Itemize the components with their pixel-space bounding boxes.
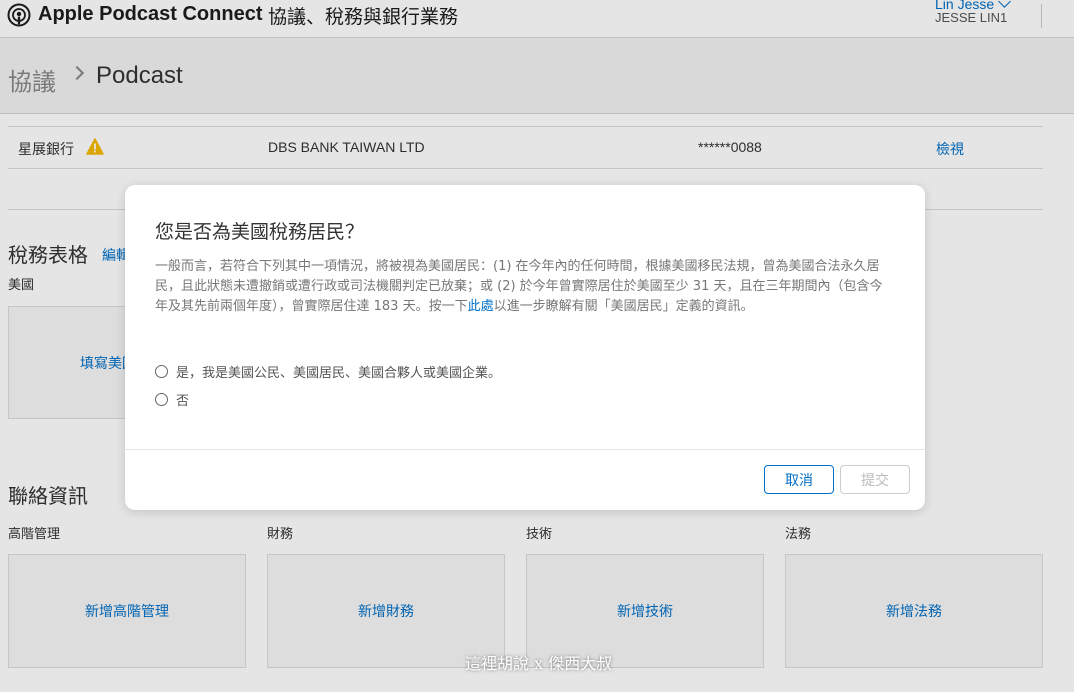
option-no[interactable]: 否 [155,390,189,409]
radio-yes[interactable] [155,365,168,378]
learn-more-link[interactable]: 此處 [468,299,494,314]
tax-residency-dialog: 您是否為美國稅務居民？ 一般而言，若符合下列其中一項情況，將被視為美國居民：(1… [125,185,925,510]
dialog-body-text-end: 以進一步瞭解有關「美國居民」定義的資訊。 [493,299,754,314]
dialog-title: 您是否為美國稅務居民？ [155,221,365,243]
dialog-body: 一般而言，若符合下列其中一項情況，將被視為美國居民：(1) 在今年內的任何時間，… [155,257,890,317]
page: Apple Podcast Connect 協議、稅務與銀行業務 Lin Jes… [0,0,1074,692]
option-yes[interactable]: 是，我是美國公民、美國居民、美國合夥人或美國企業。 [155,362,501,381]
option-no-label: 否 [176,394,190,409]
cancel-button[interactable]: 取消 [764,465,834,494]
dialog-footer-divider [125,449,925,450]
option-yes-label: 是，我是美國公民、美國居民、美國合夥人或美國企業。 [176,366,502,381]
radio-no[interactable] [155,393,168,406]
watermark: 這裡胡說 x 傑西大叔 [465,654,613,673]
submit-button[interactable]: 提交 [840,465,910,494]
